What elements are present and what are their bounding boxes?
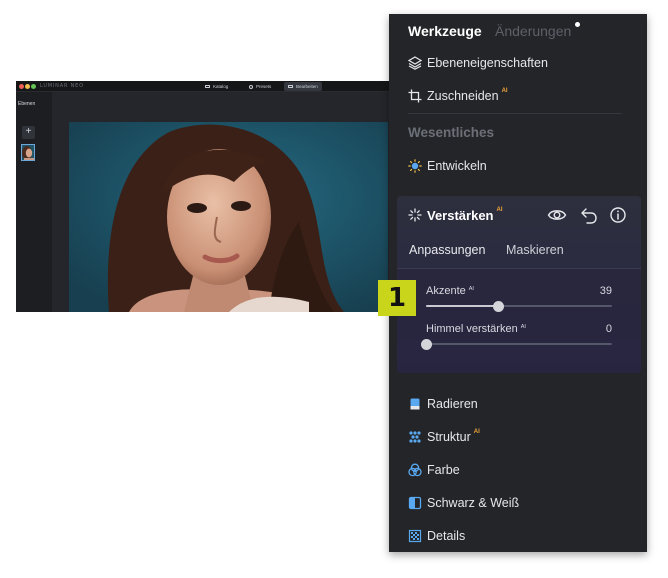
tab-maskieren[interactable]: Maskieren — [506, 243, 564, 257]
slider-knob[interactable] — [420, 338, 432, 350]
tool-zuschneiden-label: Zuschneiden — [427, 89, 499, 103]
layers-icon — [408, 56, 422, 70]
slider-value-himmel: 0 — [605, 323, 612, 335]
close-window-button[interactable] — [19, 84, 24, 89]
ai-badge: AI — [520, 324, 526, 330]
reset-undo-icon[interactable] — [580, 205, 598, 225]
tool-ebeneneigenschaften-label: Ebeneneigenschaften — [427, 56, 548, 70]
tool-zuschneiden[interactable]: Zuschneiden AI — [408, 87, 508, 105]
tab-bearbeiten[interactable]: Bearbeiten — [284, 82, 322, 91]
tool-ebeneneigenschaften[interactable]: Ebeneneigenschaften — [408, 54, 548, 72]
step-callout: 1 — [378, 280, 416, 316]
tab-bearbeiten-label: Bearbeiten — [296, 84, 318, 89]
enhance-header[interactable]: Verstärken AI — [408, 206, 503, 224]
tab-anpassungen[interactable]: Anpassungen — [409, 243, 485, 257]
slider-knob[interactable] — [493, 300, 505, 312]
slider-akzente[interactable] — [426, 300, 612, 312]
maximize-window-button[interactable] — [31, 84, 36, 89]
color-icon — [408, 463, 422, 477]
layer-thumbnail[interactable] — [21, 144, 35, 161]
section-divider — [408, 113, 622, 114]
add-layer-button[interactable]: + — [22, 126, 35, 139]
details-icon — [408, 529, 422, 543]
layers-label: Ebenen — [18, 101, 36, 107]
slider-himmel-verstaerken[interactable] — [420, 338, 612, 350]
structure-icon — [408, 430, 422, 444]
tool-radieren-label: Radieren — [427, 397, 478, 411]
tab-werkzeuge[interactable]: Werkzeuge — [408, 23, 482, 39]
canvas-area[interactable] — [52, 92, 389, 312]
layers-sidebar: Ebenen + — [16, 92, 52, 312]
tool-entwickeln-label: Entwickeln — [427, 159, 487, 173]
changes-indicator-dot — [575, 22, 580, 27]
tab-presets[interactable]: Presets — [245, 82, 275, 91]
sun-icon — [408, 159, 422, 173]
black-white-icon — [408, 496, 422, 510]
ai-badge: AI — [473, 429, 480, 435]
ai-badge: AI — [468, 286, 474, 292]
tool-struktur-label: Struktur — [427, 430, 471, 444]
section-title-essentials: Wesentliches — [408, 125, 495, 140]
slider-label-himmel: Himmel verstärken AI — [426, 323, 526, 335]
tool-schwarz-weiss-label: Schwarz & Weiß — [427, 496, 520, 510]
ai-badge: AI — [501, 88, 508, 94]
slider-label-akzente: Akzente AI — [426, 285, 474, 297]
eraser-icon — [408, 397, 422, 411]
tool-entwickeln[interactable]: Entwickeln — [408, 157, 487, 175]
tool-details-label: Details — [427, 529, 466, 543]
adjustments-body: Akzente AI 39 Himmel verstärken AI 0 — [397, 269, 641, 373]
tool-struktur[interactable]: Struktur AI — [408, 428, 480, 446]
tool-farbe[interactable]: Farbe — [408, 461, 460, 479]
tool-farbe-label: Farbe — [427, 463, 460, 477]
catalog-icon — [205, 85, 210, 89]
app-logo: LUMINAR NEO — [40, 83, 84, 89]
portrait-photo — [69, 122, 388, 312]
tab-katalog-label: Katalog — [213, 84, 229, 89]
tool-details[interactable]: Details — [408, 527, 465, 545]
edit-icon — [288, 85, 293, 89]
slider-value-akzente: 39 — [599, 285, 612, 297]
slider-fill — [426, 305, 499, 307]
ai-badge: AI — [496, 207, 503, 213]
app-window-preview: LUMINAR NEO Katalog Presets Bearbeiten E… — [16, 81, 389, 312]
title-bar: LUMINAR NEO Katalog Presets Bearbeiten — [16, 81, 389, 92]
tab-katalog[interactable]: Katalog — [201, 82, 232, 91]
tab-aenderungen[interactable]: Änderungen — [495, 23, 571, 39]
slider-label-akzente-text: Akzente — [426, 285, 466, 297]
tools-panel: Werkzeuge Änderungen Ebeneneigenschaften… — [389, 14, 647, 552]
slider-label-himmel-text: Himmel verstärken — [426, 323, 518, 335]
tool-schwarz-weiss[interactable]: Schwarz & Weiß — [408, 494, 519, 512]
enhance-tool-card: Verstärken AI Anpassungen Maskieren Akze… — [397, 196, 641, 373]
crop-icon — [408, 89, 422, 103]
presets-icon — [249, 84, 253, 89]
minimize-window-button[interactable] — [25, 84, 30, 89]
visibility-eye-icon[interactable] — [547, 205, 567, 225]
info-icon[interactable] — [609, 205, 627, 225]
sparkle-icon — [408, 208, 422, 222]
enhance-title: Verstärken — [427, 207, 494, 223]
tab-presets-label: Presets — [256, 84, 272, 89]
tool-radieren[interactable]: Radieren — [408, 395, 478, 413]
